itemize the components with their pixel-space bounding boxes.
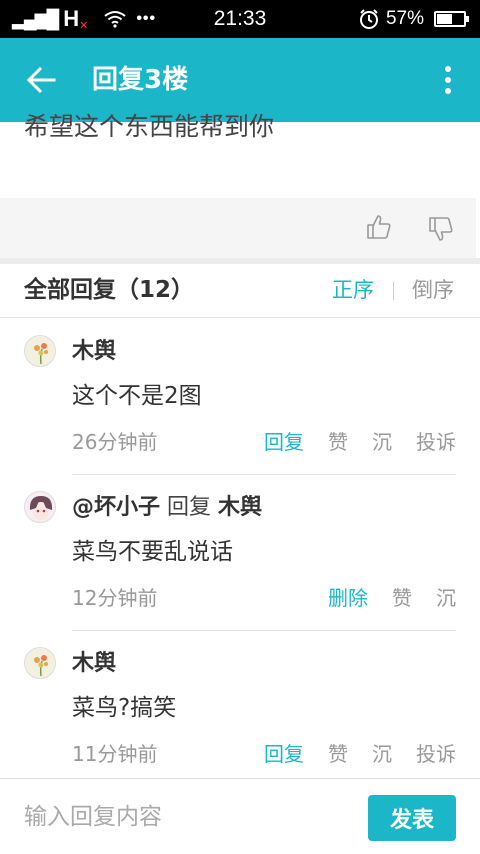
sink-button[interactable]: 沉 xyxy=(372,739,392,769)
reply-content: 菜鸟?搞笑 xyxy=(72,695,177,721)
reply-content: 菜鸟不要乱说话 xyxy=(72,539,233,565)
report-button[interactable]: 投诉 xyxy=(416,739,456,769)
reply-input[interactable] xyxy=(24,779,354,854)
sort-descending-tab[interactable]: 倒序 xyxy=(412,264,454,316)
reply-input-bar: 发表 xyxy=(0,778,480,854)
reply-author[interactable]: 木舆 xyxy=(72,647,116,681)
avatar-flower-image xyxy=(25,648,55,678)
avatar-anime-image xyxy=(25,492,55,522)
reply-time: 26分钟前 xyxy=(72,430,158,454)
report-button[interactable]: 投诉 xyxy=(416,427,456,457)
battery-level xyxy=(437,14,452,24)
arrow-left-icon[interactable] xyxy=(24,64,58,96)
sort-separator xyxy=(393,282,394,300)
like-button[interactable]: 赞 xyxy=(328,427,348,457)
post-action-bar xyxy=(0,198,476,258)
send-button[interactable]: 发表 xyxy=(368,795,456,841)
delete-button[interactable]: 删除 xyxy=(328,583,368,613)
sink-button[interactable]: 沉 xyxy=(372,427,392,457)
reply-to-word: 回复 xyxy=(167,495,212,520)
more-vertical-icon[interactable] xyxy=(444,66,452,94)
reply-button[interactable]: 回复 xyxy=(264,739,304,769)
status-right: 57% xyxy=(358,0,469,38)
replies-header: 全部回复（12） 正序 倒序 xyxy=(0,264,480,318)
reply-item: @坏小子 回复 木舆 菜鸟不要乱说话 12分钟前 删除 赞 沉 xyxy=(0,475,480,631)
battery-percent: 57% xyxy=(385,8,424,29)
reply-item: 木舆 菜鸟?搞笑 11分钟前 回复 赞 沉 投诉 xyxy=(0,631,480,787)
reply-author[interactable]: @坏小子 回复 木舆 xyxy=(72,491,262,525)
reply-author-name[interactable]: @坏小子 xyxy=(72,495,160,520)
alarm-icon xyxy=(359,9,378,29)
avatar[interactable] xyxy=(24,335,56,367)
reply-button[interactable]: 回复 xyxy=(264,427,304,457)
reply-content: 这个不是2图 xyxy=(72,383,202,409)
reply-author-name[interactable]: 木舆 xyxy=(72,339,116,364)
avatar[interactable] xyxy=(24,647,56,679)
reply-author-name[interactable]: 木舆 xyxy=(72,651,116,676)
replies-count-title: 全部回复（12） xyxy=(24,277,195,303)
avatar-flower-image xyxy=(25,336,55,366)
status-bar: ▂▄▆█ H ✕ ••• 21:33 57% xyxy=(0,0,480,38)
reply-actions: 删除 赞 沉 xyxy=(328,583,456,613)
sort-ascending-tab[interactable]: 正序 xyxy=(332,264,374,316)
reply-to-name[interactable]: 木舆 xyxy=(218,495,262,520)
reply-item: 木舆 这个不是2图 26分钟前 回复 赞 沉 投诉 xyxy=(0,319,480,475)
reply-actions: 回复 赞 沉 投诉 xyxy=(264,739,456,769)
reply-actions: 回复 赞 沉 投诉 xyxy=(264,427,456,457)
avatar[interactable] xyxy=(24,491,56,523)
thumbs-down-icon[interactable] xyxy=(428,216,454,242)
reply-author[interactable]: 木舆 xyxy=(72,335,116,369)
reply-time: 12分钟前 xyxy=(72,586,158,610)
battery-icon xyxy=(434,11,469,27)
like-button[interactable]: 赞 xyxy=(392,583,412,613)
post-text: 希望这个东西能帮到你 xyxy=(24,112,275,141)
like-button[interactable]: 赞 xyxy=(328,739,348,769)
thumbs-up-icon[interactable] xyxy=(366,214,392,240)
reply-time: 11分钟前 xyxy=(72,742,158,766)
sink-button[interactable]: 沉 xyxy=(436,583,456,613)
